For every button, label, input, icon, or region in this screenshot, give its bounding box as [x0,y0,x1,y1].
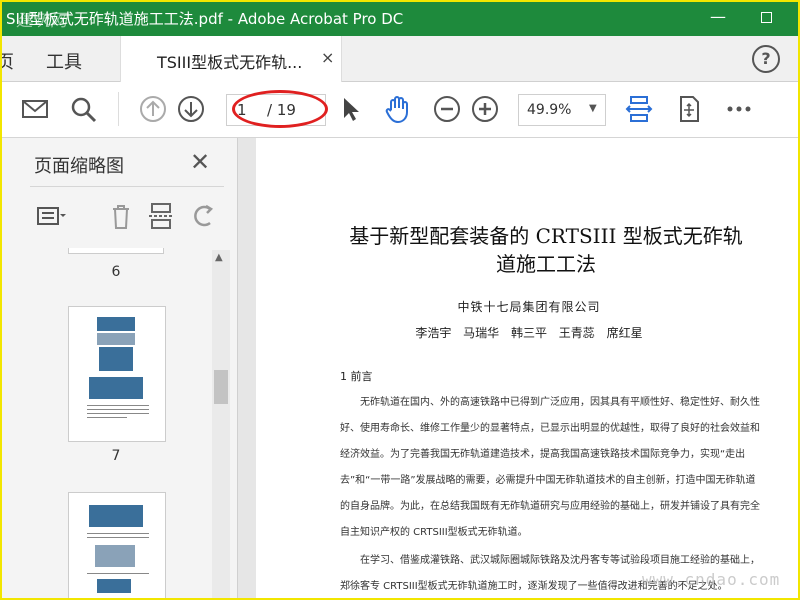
search-icon[interactable] [68,94,98,124]
document-title: 基于新型配套装备的 CRTSIII 型板式无砟轨 道施工工法 [326,222,766,278]
scroll-up-icon[interactable]: ▲ [215,252,223,263]
delete-page-icon[interactable] [106,201,136,231]
chevron-down-icon: ▼ [589,103,597,114]
paragraph: 无砟轨道在国内、外的高速铁路中已得到广泛应用，因其具有平顺性好、稳定性好、耐久性… [340,397,760,538]
thumbnail-scrollbar[interactable]: ▲ [212,250,230,598]
site-watermark: www.cndao.com [642,570,781,589]
thumbnail-text-line [87,537,149,538]
minimize-button[interactable]: — [706,6,730,30]
thumbnail-photo [95,545,135,567]
hand-tool-icon[interactable] [382,94,412,124]
scroll-thumb[interactable] [214,370,228,404]
thumbnail-page-5[interactable] [68,248,164,254]
fit-width-icon[interactable] [624,94,654,124]
authors: 李浩宇 马瑞华 韩三平 王青蕊 席红星 [415,326,643,340]
panel-toolbar [30,186,224,248]
document-title-line2: 道施工工法 [496,252,596,276]
thumbnail-options-icon[interactable] [36,201,66,231]
select-cursor-icon[interactable] [336,94,366,124]
thumbnail-number: 7 [111,448,121,464]
thumbnail-text-line [87,413,149,414]
zoom-value: 49.9% [527,102,572,118]
thumbnail-text-line [87,417,127,418]
highlight-annotation [232,90,328,128]
mail-icon[interactable] [20,94,50,124]
tab-bar: 页 工具 TSIII型板式无砟轨... × ? [2,36,798,82]
tab-close-button[interactable]: × [321,48,334,67]
maximize-icon [760,12,772,23]
tab-document-label: TSIII型板式无砟轨... [157,53,303,72]
split-page-icon[interactable] [146,201,176,231]
thumbnail-text-line [87,533,149,534]
thumbnail-page-8[interactable] [68,492,166,598]
panel-title: 页面缩略图 [34,156,124,177]
thumbnail-panel: 页面缩略图 ✕ 6 7 ▲ [2,138,238,598]
pdf-page: 基于新型配套装备的 CRTSIII 型板式无砟轨 道施工工法 中铁十七局集团有限… [256,138,798,598]
thumbnail-text-line [87,405,149,406]
tab-tools[interactable]: 工具 [46,48,82,74]
thumbnail-text-line [87,573,149,574]
panel-close-button[interactable]: ✕ [190,148,210,176]
organization: 中铁十七局集团有限公司 [457,300,601,314]
thumbnail-photo [99,347,133,371]
zoom-in-icon[interactable] [470,94,500,124]
next-page-icon[interactable] [176,94,206,124]
tab-document[interactable]: TSIII型板式无砟轨... × [120,36,342,82]
thumbnail-text-line [87,409,149,410]
app-window: SIII型板式无砟轨道施工工法.pdf - Adobe Acrobat Pro … [0,0,800,600]
zoom-out-icon[interactable] [432,94,462,124]
maximize-button[interactable] [754,6,778,30]
thumbnail-number: 6 [111,264,121,280]
scroll-mode-icon[interactable] [674,94,704,124]
thumbnail-photo [97,579,131,593]
thumbnail-photo [97,333,135,345]
zoom-select[interactable]: 49.9% ▼ [518,94,606,126]
document-title-line1: 基于新型配套装备的 CRTSIII 型板式无砟轨 [349,224,743,248]
thumbnail-photo [97,317,135,331]
main-toolbar: 1 / 19 49.9% ▼ [2,82,798,138]
thumbnail-photo [89,377,143,399]
tab-home[interactable]: 页 [2,48,14,74]
help-button[interactable]: ? [752,45,780,73]
rotate-page-icon[interactable] [188,201,218,231]
prev-page-icon[interactable] [138,94,168,124]
document-view: 基于新型配套装备的 CRTSIII 型板式无砟轨 道施工工法 中铁十七局集团有限… [238,138,798,598]
thumbnail-list: 6 7 [30,248,210,598]
thumbnail-photo [89,505,143,527]
section-heading: 1 前言 [340,370,373,383]
thumbnail-page-7[interactable] [68,306,166,442]
title-bar: SIII型板式无砟轨道施工工法.pdf - Adobe Acrobat Pro … [2,2,798,36]
more-icon[interactable] [724,94,754,124]
watermark-logo: 建筑网 [16,11,67,31]
toolbar-divider [118,92,119,126]
